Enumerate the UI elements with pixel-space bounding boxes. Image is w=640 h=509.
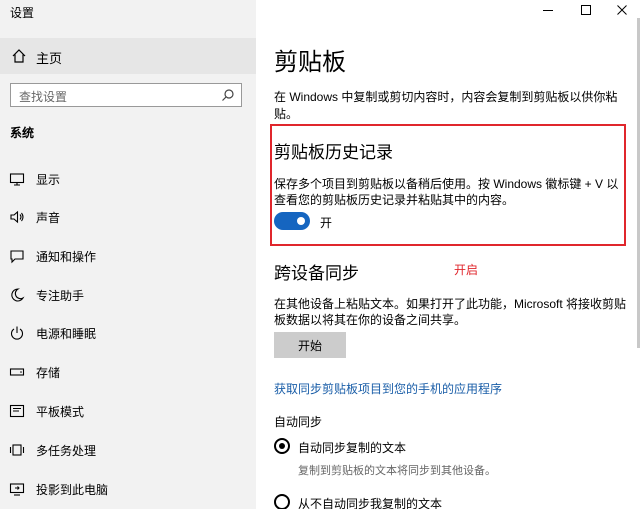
section-header-system: 系统 <box>10 126 35 140</box>
speaker-icon <box>9 209 25 225</box>
tablet-icon <box>9 403 25 419</box>
radio-auto-sync[interactable] <box>274 438 290 454</box>
radio-never-sync-label: 从不自动同步我复制的文本 <box>298 497 443 509</box>
sidebar: 设置 主页 查找设置 系统 显示 声音 通知和操作 专注助手 电源和睡眠 存储 … <box>0 0 256 509</box>
sync-title: 跨设备同步 <box>274 264 359 283</box>
sidebar-item-project[interactable]: 投影到此电脑 <box>0 474 256 504</box>
toggle-label: 开 <box>320 216 333 230</box>
home-icon <box>11 48 27 64</box>
radio-selected-dot <box>279 443 285 449</box>
sidebar-item-multitasking[interactable]: 多任务处理 <box>0 435 256 465</box>
moon-icon <box>9 287 25 303</box>
radio-never-sync[interactable] <box>274 494 290 509</box>
multitask-icon <box>9 442 25 458</box>
sidebar-item-label: 投影到此电脑 <box>36 483 109 497</box>
sidebar-item-label: 平板模式 <box>36 405 85 419</box>
sync-description: 在其他设备上粘贴文本。如果打开了此功能，Microsoft 将接收剪贴板数据以将… <box>274 297 627 327</box>
main-content: 剪贴板 在 Windows 中复制或剪切内容时，内容会复制到剪贴板以供你粘贴。 … <box>256 0 640 509</box>
sidebar-item-notifications[interactable]: 通知和操作 <box>0 241 256 271</box>
sidebar-item-label: 多任务处理 <box>36 444 97 458</box>
sidebar-item-focus-assist[interactable]: 专注助手 <box>0 280 256 310</box>
clipboard-history-description: 保存多个项目到剪贴板以备稍后使用。按 Windows 徽标键 + V 以查看您的… <box>274 177 619 207</box>
phone-app-link[interactable]: 获取同步剪贴板项目到您的手机的应用程序 <box>274 380 502 397</box>
notification-icon <box>9 248 25 264</box>
search-input[interactable]: 查找设置 <box>10 83 242 107</box>
sidebar-home-label: 主页 <box>36 51 63 66</box>
clipboard-history-toggle[interactable] <box>274 212 310 230</box>
sidebar-item-display[interactable]: 显示 <box>0 164 256 194</box>
sidebar-item-label: 电源和睡眠 <box>36 327 97 341</box>
page-description: 在 Windows 中复制或剪切内容时，内容会复制到剪贴板以供你粘贴。 <box>274 90 618 121</box>
sidebar-item-label: 显示 <box>36 173 61 187</box>
power-icon <box>9 325 25 341</box>
sidebar-item-tablet-mode[interactable]: 平板模式 <box>0 396 256 426</box>
auto-sync-header: 自动同步 <box>274 415 323 429</box>
sidebar-item-sound[interactable]: 声音 <box>0 202 256 232</box>
display-icon <box>9 171 25 187</box>
page-title: 剪贴板 <box>274 49 346 76</box>
storage-icon <box>9 364 25 380</box>
sidebar-item-home[interactable]: 主页 <box>0 38 256 74</box>
annotation-label: 开启 <box>454 263 479 277</box>
sidebar-item-label: 通知和操作 <box>36 250 97 264</box>
toggle-knob <box>297 217 305 225</box>
sidebar-item-storage[interactable]: 存储 <box>0 357 256 387</box>
search-placeholder: 查找设置 <box>19 90 68 104</box>
radio-auto-sync-sub: 复制到剪贴板的文本将同步到其他设备。 <box>298 465 496 477</box>
sidebar-item-label: 专注助手 <box>36 289 85 303</box>
sidebar-item-power[interactable]: 电源和睡眠 <box>0 318 256 348</box>
project-icon <box>9 481 25 497</box>
clipboard-history-title: 剪贴板历史记录 <box>274 143 393 162</box>
sidebar-item-label: 声音 <box>36 211 61 225</box>
radio-auto-sync-label: 自动同步复制的文本 <box>298 441 407 455</box>
sidebar-item-label: 存储 <box>36 366 61 380</box>
start-button[interactable]: 开始 <box>274 332 346 358</box>
window-title: 设置 <box>10 6 35 20</box>
search-icon[interactable] <box>221 88 235 102</box>
